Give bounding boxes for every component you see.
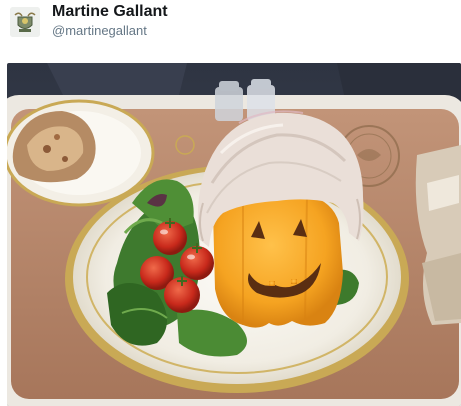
pepper-jack-o-lantern <box>213 190 343 328</box>
tweet-photo[interactable] <box>7 63 461 406</box>
author-handle[interactable]: @martinegallant <box>52 23 147 38</box>
avatar[interactable] <box>10 7 40 37</box>
author-display-name[interactable]: Martine Gallant <box>52 3 168 21</box>
photo-canvas <box>7 63 461 406</box>
crest-avatar-icon <box>10 7 40 37</box>
tweet-header: Martine Gallant @martinegallant <box>0 0 461 60</box>
